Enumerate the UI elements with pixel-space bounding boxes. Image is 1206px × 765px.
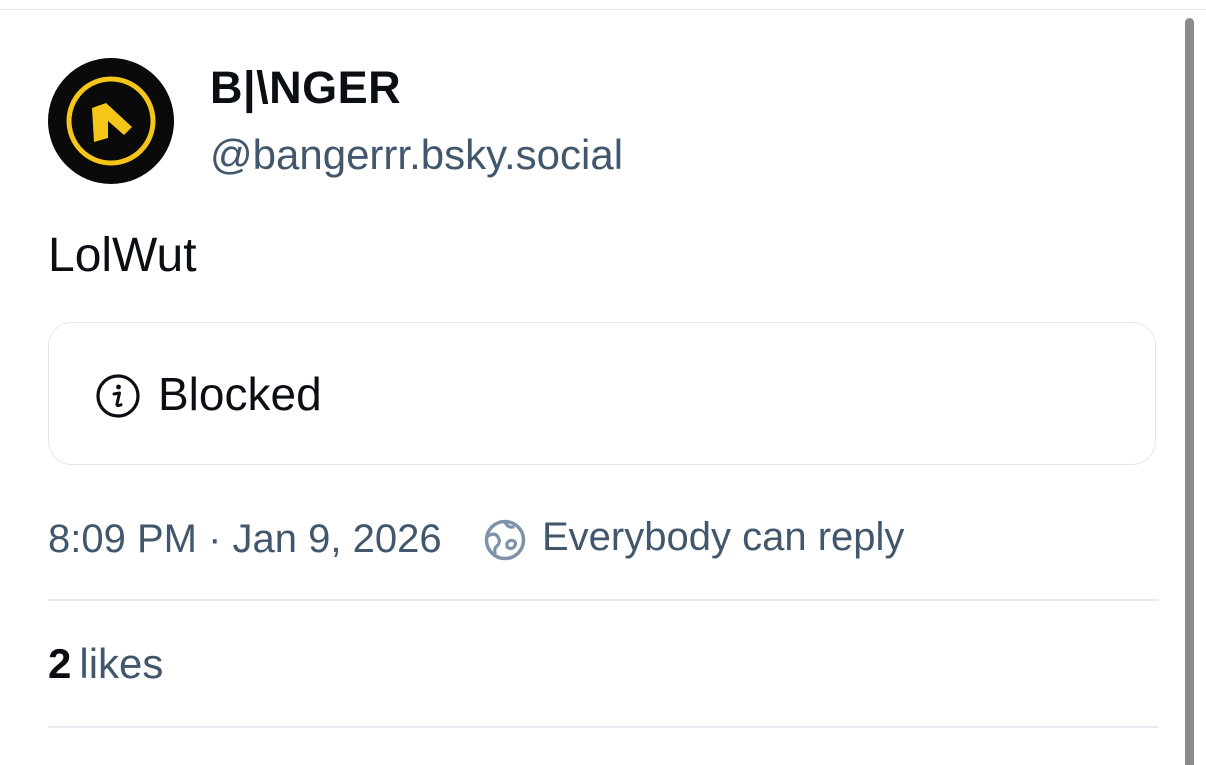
banger-logo-avatar-icon [49,59,173,183]
author-display-name[interactable]: B|\NGER [210,62,401,114]
info-icon [96,374,140,418]
author-avatar[interactable] [48,58,174,184]
likes-label: likes [79,640,164,687]
likes-count: 2 [48,640,72,687]
likes-divider [48,726,1158,728]
scrollbar-thumb[interactable] [1185,18,1194,765]
top-divider [0,9,1206,10]
globe-icon [484,519,526,561]
likes-link[interactable]: 2 likes [48,640,163,688]
post-text: LolWut [48,229,197,282]
reply-setting-label[interactable]: Everybody can reply [542,515,904,560]
author-handle[interactable]: @bangerrr.bsky.social [210,131,623,179]
blocked-label: Blocked [158,368,322,420]
post-timestamp[interactable]: 8:09 PM · Jan 9, 2026 [48,517,442,562]
meta-divider [48,599,1158,601]
post-thread-view: B|\NGER @bangerrr.bsky.social LolWut Blo… [0,0,1206,765]
